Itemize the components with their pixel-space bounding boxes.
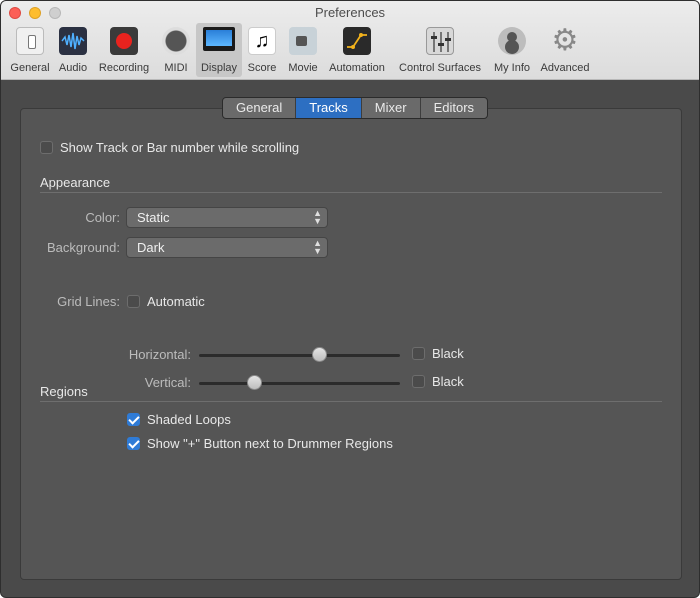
toolbar-label: Movie (288, 62, 318, 74)
appearance-heading: Appearance (40, 175, 111, 190)
grid-lines-label: Grid Lines: (57, 294, 120, 309)
window-title: Preferences (314, 5, 386, 20)
toolbar-label: Score (247, 62, 277, 74)
title-bar: Preferences General Audio Recording MIDI (1, 1, 699, 80)
drummer-button-label: Show "+" Button next to Drummer Regions (147, 436, 393, 451)
preferences-toolbar: General Audio Recording MIDI Display ♫ S… (1, 23, 699, 78)
toolbar-item-display[interactable]: Display (196, 23, 242, 77)
show-track-number-label: Show Track or Bar number while scrolling (60, 140, 300, 155)
tab-mixer[interactable]: Mixer (362, 98, 421, 118)
toolbar-item-my-info[interactable]: My Info (490, 23, 534, 77)
control-surfaces-icon (426, 27, 454, 55)
toolbar-label: Audio (58, 62, 88, 74)
color-popup[interactable]: Static ▲ ▼ (126, 207, 328, 228)
horizontal-slider-thumb[interactable] (311, 347, 327, 362)
general-switch-icon (16, 27, 44, 55)
horizontal-black-label: Black (432, 346, 464, 361)
toolbar-label: Recording (98, 62, 150, 74)
vertical-black-label: Black (432, 374, 464, 389)
regions-divider (40, 401, 662, 402)
background-popup[interactable]: Dark ▲ ▼ (126, 237, 328, 258)
tracks-settings-panel (20, 108, 682, 580)
user-icon (498, 27, 526, 55)
toolbar-item-midi[interactable]: MIDI (158, 23, 194, 77)
toolbar-label: General (10, 62, 50, 74)
shaded-loops-checkbox[interactable] (127, 413, 140, 426)
shaded-loops-label: Shaded Loops (147, 412, 231, 427)
grid-lines-automatic-label: Automatic (147, 294, 205, 309)
horizontal-black-checkbox[interactable] (412, 347, 425, 360)
grid-lines-automatic-checkbox[interactable] (127, 295, 140, 308)
gear-icon: ⚙ (551, 24, 579, 57)
chevron-updown-icon: ▲ ▼ (313, 208, 322, 226)
preferences-window: Preferences General Audio Recording MIDI (0, 0, 700, 598)
color-label: Color: (85, 210, 120, 225)
midi-port-icon (162, 27, 190, 55)
record-icon (110, 27, 138, 55)
toolbar-label: My Info (493, 62, 531, 74)
movie-camera-icon (289, 27, 317, 55)
vertical-black-checkbox[interactable] (412, 375, 425, 388)
toolbar-item-audio[interactable]: Audio (55, 23, 91, 77)
display-monitor-icon (203, 27, 235, 51)
color-value: Static (137, 210, 170, 225)
toolbar-label: Display (200, 62, 238, 74)
music-note-icon: ♫ (248, 27, 276, 55)
toolbar-label: MIDI (164, 62, 188, 74)
toolbar-item-automation[interactable]: Automation (325, 23, 389, 77)
toolbar-item-movie[interactable]: Movie (284, 23, 322, 77)
tab-editors[interactable]: Editors (421, 98, 487, 118)
chevron-updown-icon: ▲ ▼ (313, 238, 322, 256)
tab-tracks[interactable]: Tracks (296, 98, 362, 118)
horizontal-grid-slider[interactable] (199, 347, 400, 362)
toolbar-item-score[interactable]: ♫ Score (244, 23, 280, 77)
toolbar-item-general[interactable]: General (7, 23, 53, 77)
toolbar-item-advanced[interactable]: ⚙ Advanced (537, 23, 593, 77)
appearance-divider (40, 192, 662, 193)
toolbar-item-recording[interactable]: Recording (95, 23, 153, 77)
automation-curve-icon (343, 27, 371, 55)
toolbar-label: Control Surfaces (399, 62, 481, 74)
vertical-label: Vertical: (144, 375, 191, 390)
show-track-number-checkbox[interactable] (40, 141, 53, 154)
background-label: Background: (47, 240, 120, 255)
drummer-button-checkbox[interactable] (127, 437, 140, 450)
tab-general[interactable]: General (223, 98, 297, 118)
regions-heading: Regions (40, 384, 88, 399)
horizontal-label: Horizontal: (128, 347, 191, 362)
toolbar-label: Advanced (540, 62, 590, 74)
tab-bar: General Tracks Mixer Editors (222, 97, 489, 119)
toolbar-label: Automation (329, 62, 385, 74)
background-value: Dark (137, 240, 165, 255)
audio-waveform-icon (59, 27, 87, 55)
toolbar-item-control-surfaces[interactable]: Control Surfaces (393, 23, 487, 77)
vertical-grid-slider[interactable] (199, 375, 400, 390)
